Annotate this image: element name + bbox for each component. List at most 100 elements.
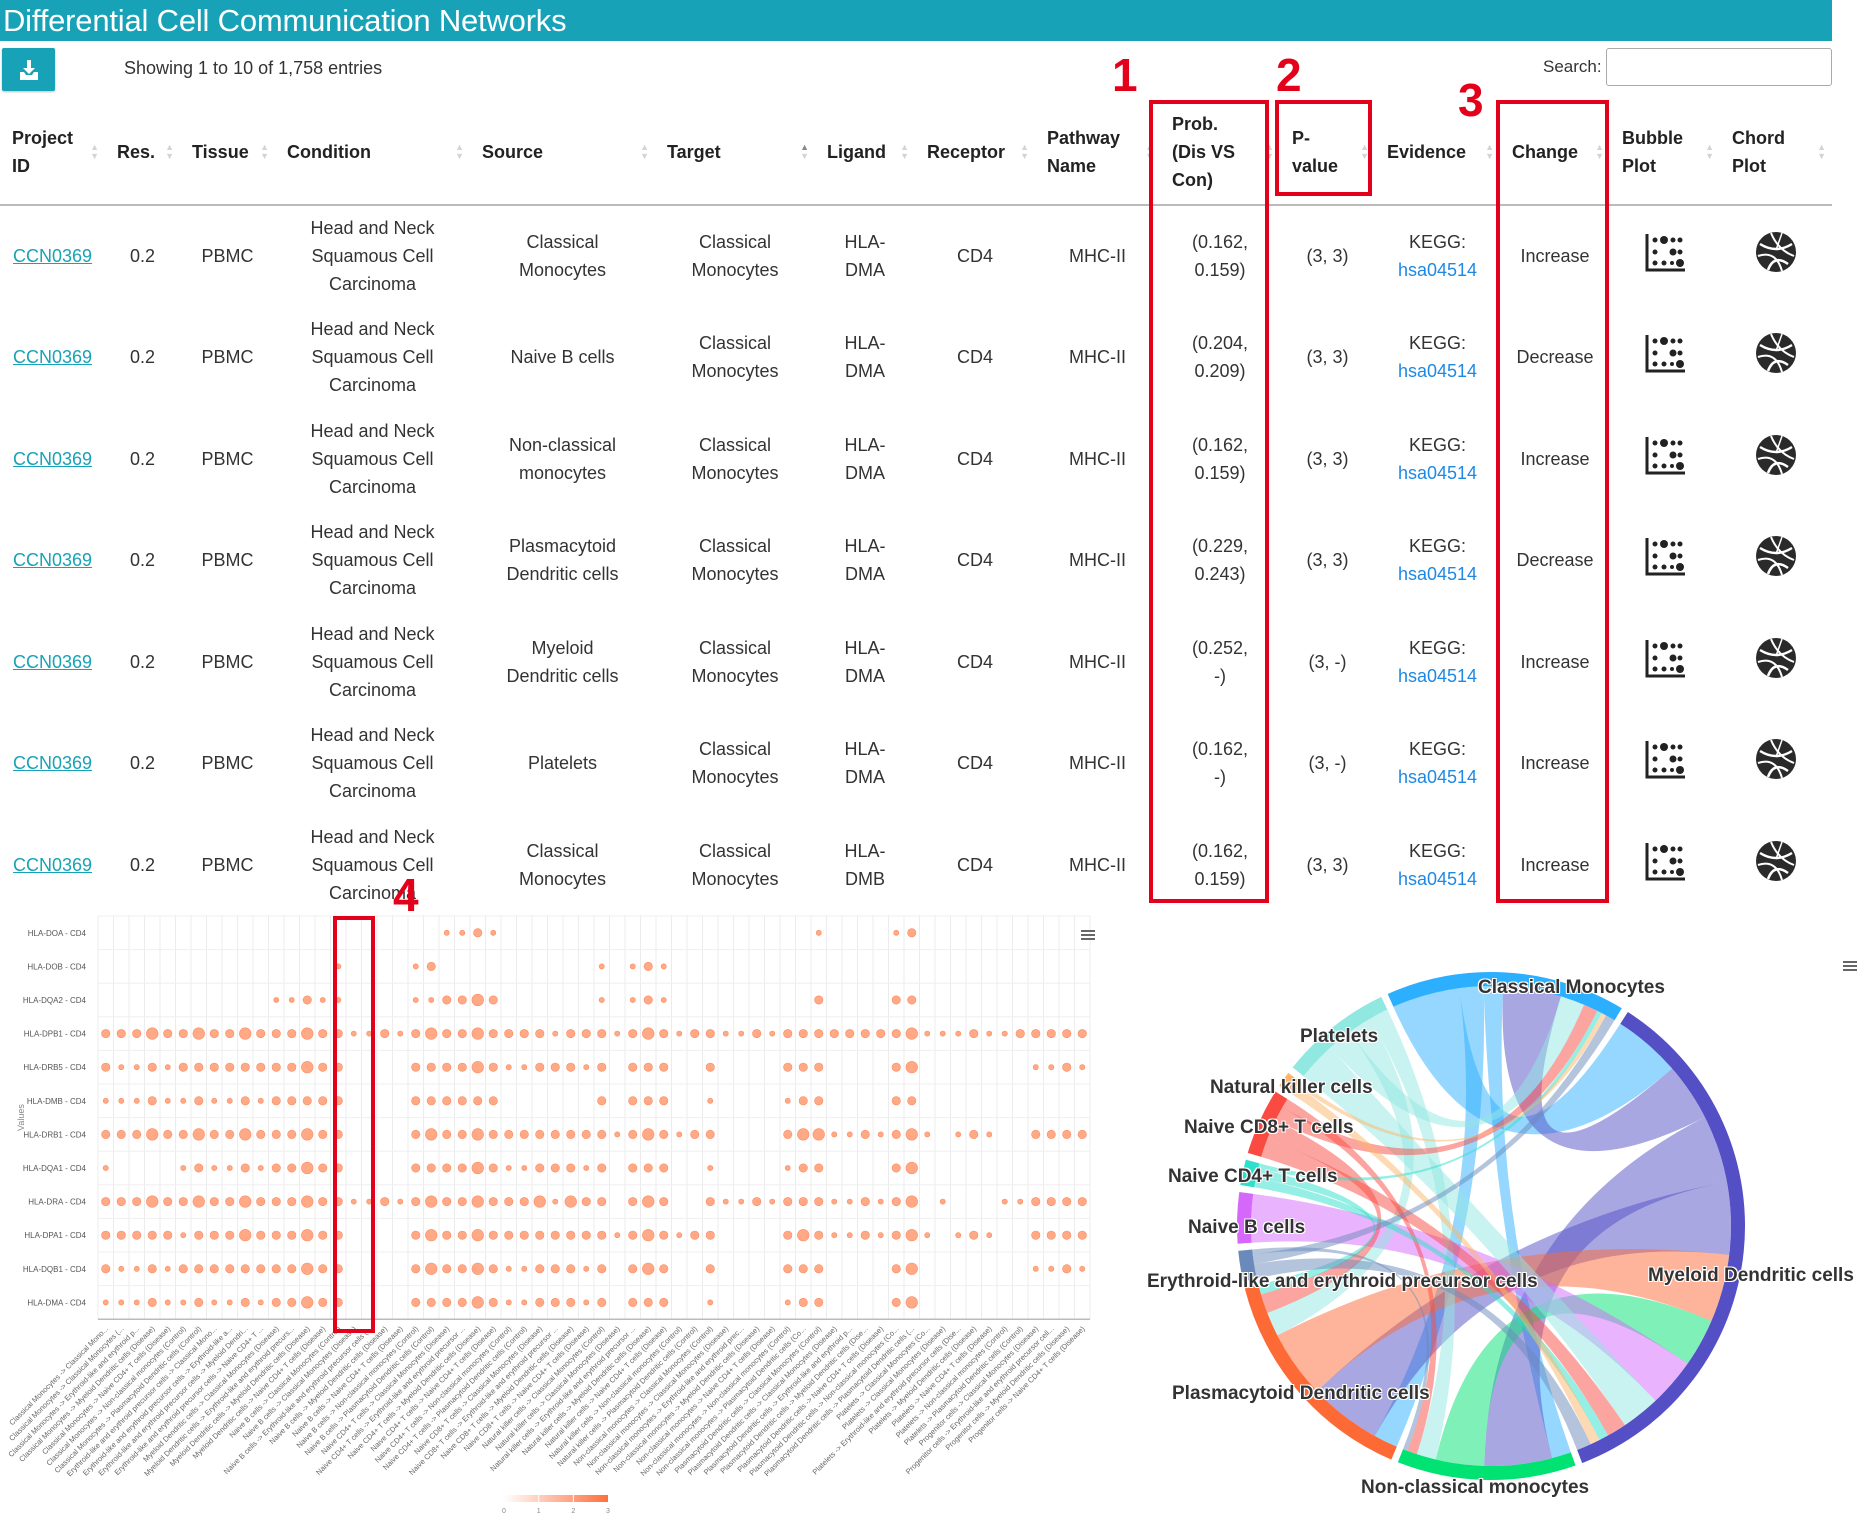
bubble-point[interactable] bbox=[552, 1198, 559, 1205]
bubble-point[interactable] bbox=[257, 1097, 264, 1104]
bubble-point[interactable] bbox=[209, 1062, 219, 1072]
bubble-point[interactable] bbox=[426, 1062, 436, 1072]
bubble-point[interactable] bbox=[905, 1027, 918, 1040]
bubble-point[interactable] bbox=[226, 1299, 233, 1306]
column-header-pathway-name[interactable]: Pathway Name ▲ ▼ bbox=[1035, 100, 1160, 206]
bubble-point[interactable] bbox=[411, 1062, 421, 1072]
bubble-point[interactable] bbox=[133, 1265, 140, 1272]
bubble-point[interactable] bbox=[240, 1163, 250, 1173]
bubble-point[interactable] bbox=[783, 1029, 793, 1039]
bubble-point[interactable] bbox=[319, 997, 326, 1003]
column-header-chord-plot[interactable]: Chord Plot ▲ ▼ bbox=[1720, 100, 1832, 206]
bubble-point[interactable] bbox=[505, 1265, 512, 1272]
bubble-point[interactable] bbox=[628, 1197, 638, 1207]
bubble-point[interactable] bbox=[705, 1062, 715, 1072]
bubble-point[interactable] bbox=[521, 1064, 528, 1071]
bubble-point[interactable] bbox=[1048, 1265, 1055, 1272]
bubble-point[interactable] bbox=[566, 1029, 576, 1039]
bubble-point[interactable] bbox=[535, 1029, 545, 1039]
bubble-point[interactable] bbox=[643, 1163, 653, 1173]
column-header-prob-dis-vs-con[interactable]: Prob. (Dis VS Con) ▲ ▼ bbox=[1160, 100, 1280, 206]
bubble-point[interactable] bbox=[722, 1030, 729, 1037]
bubble-point[interactable] bbox=[566, 1062, 576, 1072]
bubble-point[interactable] bbox=[969, 1230, 979, 1240]
bubble-point[interactable] bbox=[1046, 1230, 1056, 1240]
bubble-point[interactable] bbox=[566, 1129, 576, 1139]
bubble-point[interactable] bbox=[211, 1299, 218, 1306]
bubble-point[interactable] bbox=[583, 1299, 590, 1306]
bubble-point[interactable] bbox=[287, 1129, 297, 1139]
sort-arrows-icon[interactable]: ▲ ▼ bbox=[1705, 143, 1714, 161]
bubble-point[interactable] bbox=[192, 1195, 205, 1208]
sort-arrows-icon[interactable]: ▲ ▼ bbox=[640, 143, 649, 161]
bubble-point[interactable] bbox=[783, 1129, 793, 1139]
kegg-pathway-link[interactable]: hsa04514 bbox=[1398, 869, 1477, 889]
bubble-point[interactable] bbox=[318, 1197, 328, 1207]
bubble-point[interactable] bbox=[240, 1096, 250, 1106]
bubble-point[interactable] bbox=[783, 1062, 793, 1072]
bubble-point[interactable] bbox=[426, 1163, 436, 1173]
bubble-point[interactable] bbox=[256, 1029, 266, 1039]
bubble-point[interactable] bbox=[642, 1027, 655, 1040]
bubble-point[interactable] bbox=[893, 929, 900, 936]
bubble-point[interactable] bbox=[1062, 1230, 1072, 1240]
bubble-point[interactable] bbox=[798, 1029, 808, 1039]
bubble-point[interactable] bbox=[333, 1230, 343, 1240]
bubble-point[interactable] bbox=[690, 1029, 700, 1039]
bubble-point[interactable] bbox=[457, 1197, 467, 1207]
bubble-point[interactable] bbox=[597, 1297, 607, 1307]
bubble-point[interactable] bbox=[101, 1062, 111, 1072]
bubble-point[interactable] bbox=[1062, 1264, 1072, 1274]
bubble-point[interactable] bbox=[194, 1062, 204, 1072]
bubble-point[interactable] bbox=[1031, 1029, 1041, 1039]
bubble-point[interactable] bbox=[239, 1128, 252, 1141]
bubble-point[interactable] bbox=[705, 1129, 715, 1139]
search-input[interactable] bbox=[1606, 48, 1832, 86]
sort-arrows-icon[interactable]: ▲ ▼ bbox=[1360, 143, 1369, 161]
bubble-point[interactable] bbox=[301, 1195, 314, 1208]
bubble-point[interactable] bbox=[271, 1230, 281, 1240]
sort-arrows-icon[interactable]: ▲ ▼ bbox=[1485, 143, 1494, 161]
bubble-point[interactable] bbox=[628, 1062, 638, 1072]
bubble-point[interactable] bbox=[366, 1198, 373, 1205]
bubble-point[interactable] bbox=[846, 1131, 853, 1138]
bubble-point[interactable] bbox=[471, 1027, 484, 1040]
project-id-link[interactable]: CCN0369 bbox=[13, 749, 92, 777]
bubble-point[interactable] bbox=[147, 1230, 157, 1240]
bubble-point[interactable] bbox=[271, 1197, 281, 1207]
bubble-point[interactable] bbox=[164, 1265, 171, 1272]
bubble-point[interactable] bbox=[180, 1097, 187, 1104]
bubble-point[interactable] bbox=[318, 1230, 328, 1240]
bubble-point[interactable] bbox=[986, 1131, 993, 1138]
bubble-point[interactable] bbox=[411, 1264, 421, 1274]
bubble-point[interactable] bbox=[614, 1030, 621, 1037]
bubble-point[interactable] bbox=[257, 1299, 264, 1306]
kegg-pathway-link[interactable]: hsa04514 bbox=[1398, 666, 1477, 686]
bubble-plot-icon[interactable] bbox=[1645, 841, 1685, 889]
bubble-point[interactable] bbox=[797, 1128, 810, 1141]
bubble-point[interactable] bbox=[147, 1062, 157, 1072]
bubble-point[interactable] bbox=[891, 1297, 901, 1307]
bubble-point[interactable] bbox=[659, 1230, 669, 1240]
bubble-point[interactable] bbox=[798, 1197, 808, 1207]
bubble-point[interactable] bbox=[907, 928, 917, 938]
column-header-target[interactable]: Target ▲ ▼ bbox=[655, 100, 815, 206]
bubble-point[interactable] bbox=[643, 1096, 653, 1106]
bubble-point[interactable] bbox=[132, 1197, 142, 1207]
bubble-point[interactable] bbox=[490, 929, 497, 936]
column-header-source[interactable]: Source ▲ ▼ bbox=[470, 100, 655, 206]
bubble-point[interactable] bbox=[877, 1198, 884, 1205]
bubble-point[interactable] bbox=[566, 1264, 576, 1274]
bubble-point[interactable] bbox=[146, 1195, 159, 1208]
bubble-point[interactable] bbox=[457, 1062, 467, 1072]
bubble-point[interactable] bbox=[891, 1197, 901, 1207]
bubble-point[interactable] bbox=[239, 1027, 252, 1040]
bubble-point[interactable] bbox=[814, 1264, 824, 1274]
bubble-point[interactable] bbox=[273, 997, 280, 1003]
bubble-point[interactable] bbox=[318, 1163, 328, 1173]
bubble-point[interactable] bbox=[628, 1163, 638, 1173]
bubble-point[interactable] bbox=[504, 1197, 514, 1207]
bubble-point[interactable] bbox=[783, 1197, 793, 1207]
bubble-point[interactable] bbox=[457, 1264, 467, 1274]
bubble-point[interactable] bbox=[707, 1097, 714, 1104]
